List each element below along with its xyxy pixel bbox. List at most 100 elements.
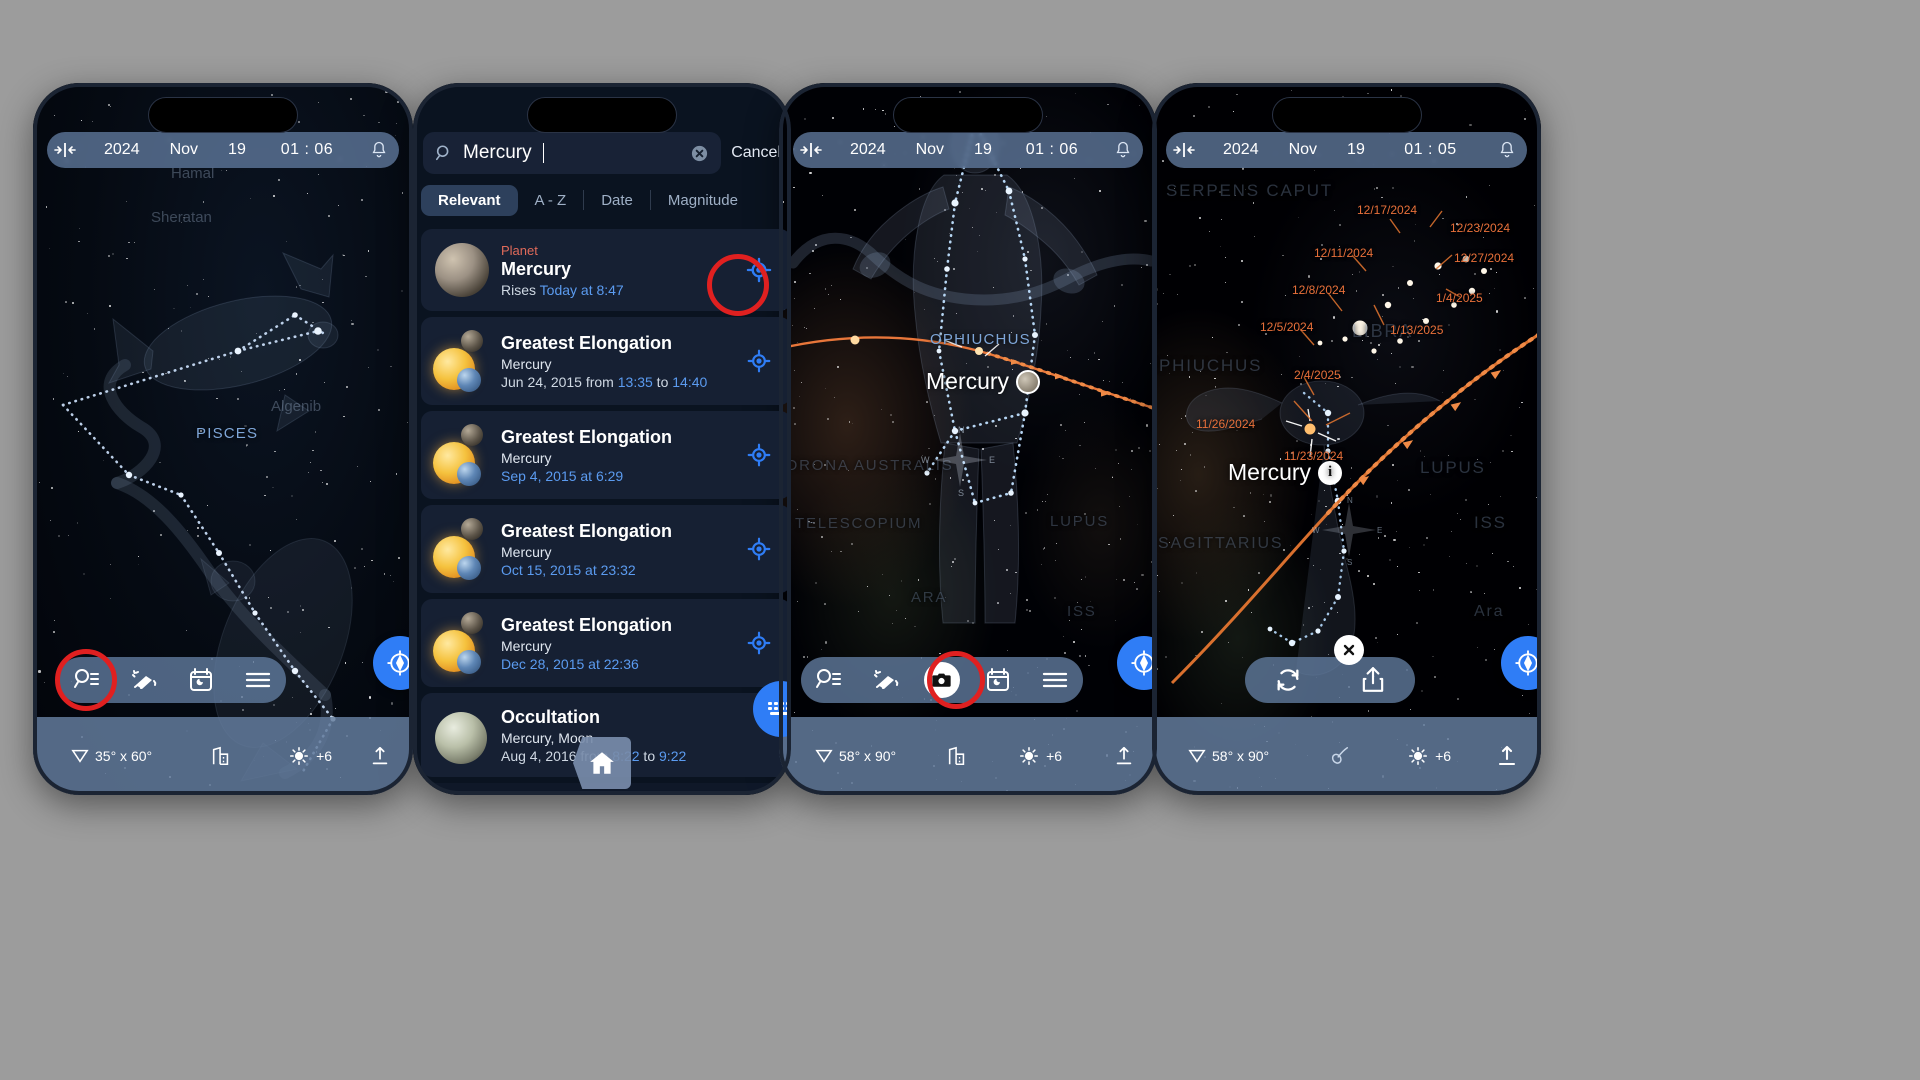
list-item[interactable]: Greatest Elongation Mercury Sep 4, 2015 … bbox=[421, 411, 791, 499]
tab-a-z[interactable]: A - Z bbox=[518, 185, 584, 216]
search-results-list[interactable]: Planet Mercury Rises Today at 8:47 Great… bbox=[421, 229, 791, 795]
menu-icon[interactable] bbox=[1029, 669, 1081, 691]
locate-icon[interactable] bbox=[739, 536, 779, 562]
result-time-mid: to bbox=[639, 748, 660, 764]
year-value-4[interactable]: 2024 bbox=[1216, 141, 1266, 159]
fov-indicator-1[interactable]: 35° x 60° bbox=[71, 747, 152, 765]
year-value-3[interactable]: 2024 bbox=[843, 141, 893, 159]
date-marker: 12/11/2024 bbox=[1314, 246, 1374, 260]
date-time-bar-4[interactable]: 2024 Nov 19 01 : 05 bbox=[1166, 132, 1527, 168]
close-button-4[interactable] bbox=[1334, 635, 1364, 665]
bottom-toolbar-3 bbox=[801, 657, 1083, 703]
collapse-icon[interactable] bbox=[793, 142, 829, 158]
compass-rose-3: N S W E bbox=[921, 425, 995, 498]
moon-thumbnail bbox=[433, 704, 495, 766]
date-marker: 1/4/2025 bbox=[1436, 291, 1483, 305]
locate-icon[interactable] bbox=[739, 630, 779, 656]
refresh-icon[interactable] bbox=[1262, 666, 1314, 694]
city-icon[interactable] bbox=[210, 745, 232, 767]
planet-badge-icon[interactable] bbox=[1016, 369, 1041, 394]
time-value-4[interactable]: 01 : 05 bbox=[1397, 141, 1463, 159]
event-thumbnail bbox=[433, 612, 495, 674]
tab-magnitude[interactable]: Magnitude bbox=[651, 185, 755, 216]
year-value-1[interactable]: 2024 bbox=[97, 141, 147, 159]
result-subtitle: Mercury bbox=[501, 450, 552, 466]
bell-icon[interactable] bbox=[1113, 140, 1133, 160]
date-time-bar-3[interactable]: 2024 Nov 19 01 : 06 bbox=[793, 132, 1143, 168]
fov-indicator-3[interactable]: 58° x 90° bbox=[815, 747, 896, 765]
collapse-icon[interactable] bbox=[1166, 142, 1202, 158]
date-marker: 11/26/2024 bbox=[1196, 417, 1256, 431]
menu-icon[interactable] bbox=[232, 669, 284, 691]
result-title: Greatest Elongation bbox=[501, 333, 673, 353]
result-title: Greatest Elongation bbox=[501, 427, 673, 447]
list-item[interactable]: Greatest Elongation Mercury Oct 15, 2015… bbox=[421, 505, 791, 593]
locate-icon[interactable] bbox=[739, 442, 779, 468]
constellation-label-iss-4: ISS bbox=[1474, 513, 1507, 532]
time-value-1[interactable]: 01 : 06 bbox=[274, 141, 340, 159]
event-thumbnail bbox=[433, 791, 495, 795]
fov-indicator-4[interactable]: 58° x 90° bbox=[1188, 747, 1269, 765]
date-marker: 12/17/2024 bbox=[1357, 203, 1418, 217]
result-subtitle: Mercury bbox=[501, 638, 552, 654]
city-icon[interactable] bbox=[946, 745, 968, 767]
constellation-label-ophiuchus-4: OPHIUCHUS bbox=[1152, 356, 1263, 375]
calendar-night-icon[interactable] bbox=[972, 667, 1024, 693]
result-subtitle: Mercury bbox=[501, 544, 552, 560]
tab-date[interactable]: Date bbox=[584, 185, 650, 216]
bell-icon[interactable] bbox=[369, 140, 389, 160]
result-subtitle: Mercury bbox=[501, 356, 552, 372]
day-value-1[interactable]: 19 bbox=[221, 141, 253, 159]
cancel-button[interactable]: Cancel bbox=[731, 144, 781, 162]
date-marker: 12/8/2024 bbox=[1292, 283, 1346, 297]
event-thumbnail bbox=[433, 330, 495, 392]
collapse-icon[interactable] bbox=[47, 142, 83, 158]
object-label-mercury-3[interactable]: Mercury bbox=[926, 368, 1041, 395]
result-time-prefix: Jun 24, 2015 from bbox=[501, 374, 618, 390]
day-value-3[interactable]: 19 bbox=[967, 141, 999, 159]
clear-icon[interactable] bbox=[690, 144, 709, 163]
month-value-1[interactable]: Nov bbox=[163, 141, 205, 159]
search-object-icon[interactable] bbox=[61, 667, 113, 693]
svg-text:W: W bbox=[921, 455, 930, 465]
telescope-icon[interactable] bbox=[118, 667, 170, 693]
constellation-label-lupus-4: LUPUS bbox=[1420, 458, 1486, 477]
day-value-4[interactable]: 19 bbox=[1340, 141, 1372, 159]
calendar-night-icon[interactable] bbox=[175, 667, 227, 693]
search-input[interactable]: Mercury bbox=[423, 132, 722, 174]
brightness-indicator-3[interactable]: +6 bbox=[1018, 745, 1062, 767]
home-button[interactable] bbox=[573, 737, 631, 789]
locate-icon[interactable] bbox=[739, 256, 779, 284]
search-bar-row: Mercury Cancel bbox=[423, 132, 781, 174]
bell-icon[interactable] bbox=[1497, 140, 1517, 160]
locate-icon[interactable] bbox=[739, 348, 779, 374]
time-value-3[interactable]: 01 : 06 bbox=[1019, 141, 1085, 159]
result-time-prefix: Rises bbox=[501, 281, 540, 298]
upload-icon[interactable] bbox=[1113, 745, 1135, 767]
compass-rose-4: N S W E bbox=[1312, 496, 1382, 567]
svg-text:S: S bbox=[1347, 558, 1352, 567]
info-badge-icon[interactable]: i bbox=[1318, 460, 1343, 485]
telescope-icon[interactable] bbox=[860, 667, 912, 693]
list-item[interactable]: Planet Mercury Rises Today at 8:47 bbox=[421, 229, 791, 311]
upload-icon[interactable] bbox=[1495, 744, 1519, 768]
tab-relevant[interactable]: Relevant bbox=[421, 184, 518, 216]
object-label-mercury-4[interactable]: Mercury i bbox=[1228, 459, 1343, 486]
share-icon[interactable] bbox=[1347, 666, 1399, 694]
upload-icon[interactable] bbox=[369, 745, 391, 767]
list-item[interactable]: Greatest Elongation Mercury Jun 24, 2015… bbox=[421, 317, 791, 405]
list-item[interactable]: Greatest Elongation Mercury Dec 28, 2015… bbox=[421, 599, 791, 687]
constellation-label-ara-4: Ara bbox=[1474, 603, 1505, 620]
date-time-bar-1[interactable]: 2024 Nov 19 01 : 06 bbox=[47, 132, 399, 168]
brightness-indicator-1[interactable]: +6 bbox=[288, 745, 332, 767]
brightness-value-3: +6 bbox=[1046, 748, 1063, 764]
camera-icon[interactable] bbox=[916, 662, 968, 698]
event-thumbnail bbox=[433, 424, 495, 486]
status-bar-4: 58° x 90° +6 bbox=[1152, 717, 1541, 795]
comet-icon[interactable] bbox=[1329, 745, 1351, 767]
month-value-4[interactable]: Nov bbox=[1282, 141, 1324, 159]
constellation-label-ophiuchus-3: OPHIUCHUS bbox=[930, 331, 1031, 348]
brightness-indicator-4[interactable]: +6 bbox=[1407, 745, 1451, 767]
month-value-3[interactable]: Nov bbox=[909, 141, 951, 159]
search-object-icon[interactable] bbox=[803, 667, 855, 693]
